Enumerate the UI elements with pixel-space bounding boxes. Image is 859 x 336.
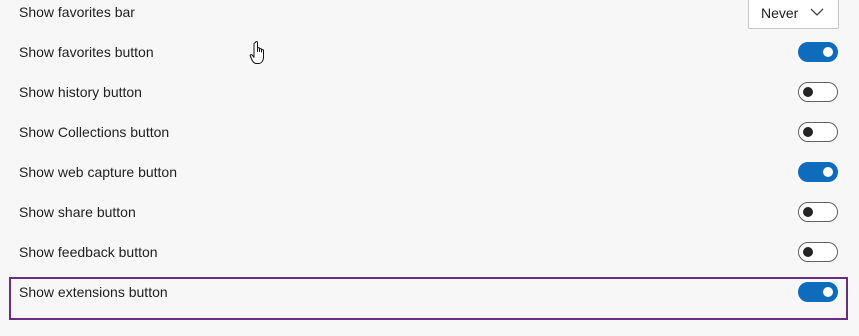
setting-label: Show Collections button [19, 124, 170, 140]
setting-row-feedback-button: Show feedback button [0, 232, 859, 272]
favorites-bar-dropdown[interactable]: Never [748, 0, 839, 29]
setting-label: Show history button [19, 84, 142, 100]
setting-row-favorites-button: Show favorites button [0, 32, 859, 72]
extensions-button-toggle[interactable] [798, 282, 838, 302]
history-button-toggle[interactable] [798, 82, 838, 102]
collections-button-toggle[interactable] [798, 122, 838, 142]
web-capture-button-toggle[interactable] [798, 162, 838, 182]
setting-label: Show favorites button [19, 44, 154, 60]
setting-row-favorites-bar: Show favorites bar Never [0, 0, 859, 32]
setting-label: Show feedback button [19, 244, 158, 260]
toggle-knob [803, 247, 813, 257]
share-button-toggle[interactable] [798, 202, 838, 222]
setting-row-web-capture-button: Show web capture button [0, 152, 859, 192]
dropdown-value: Never [761, 4, 799, 21]
setting-label: Show web capture button [19, 164, 177, 180]
toggle-knob [823, 47, 833, 57]
hand-cursor-icon [249, 41, 264, 64]
favorites-button-toggle[interactable] [798, 42, 838, 62]
setting-label: Show extensions button [19, 284, 168, 300]
setting-row-share-button: Show share button [0, 192, 859, 232]
setting-label-favorites-bar: Show favorites bar [19, 4, 135, 20]
toggle-knob [803, 207, 813, 217]
toggle-knob [823, 287, 833, 297]
setting-label: Show share button [19, 204, 136, 220]
setting-row-collections-button: Show Collections button [0, 112, 859, 152]
feedback-button-toggle[interactable] [798, 242, 838, 262]
toggle-knob [823, 167, 833, 177]
toggle-knob [803, 127, 813, 137]
toggle-knob [803, 87, 813, 97]
setting-row-extensions-button: Show extensions button [0, 272, 859, 312]
setting-row-history-button: Show history button [0, 72, 859, 112]
chevron-down-icon [810, 8, 824, 16]
